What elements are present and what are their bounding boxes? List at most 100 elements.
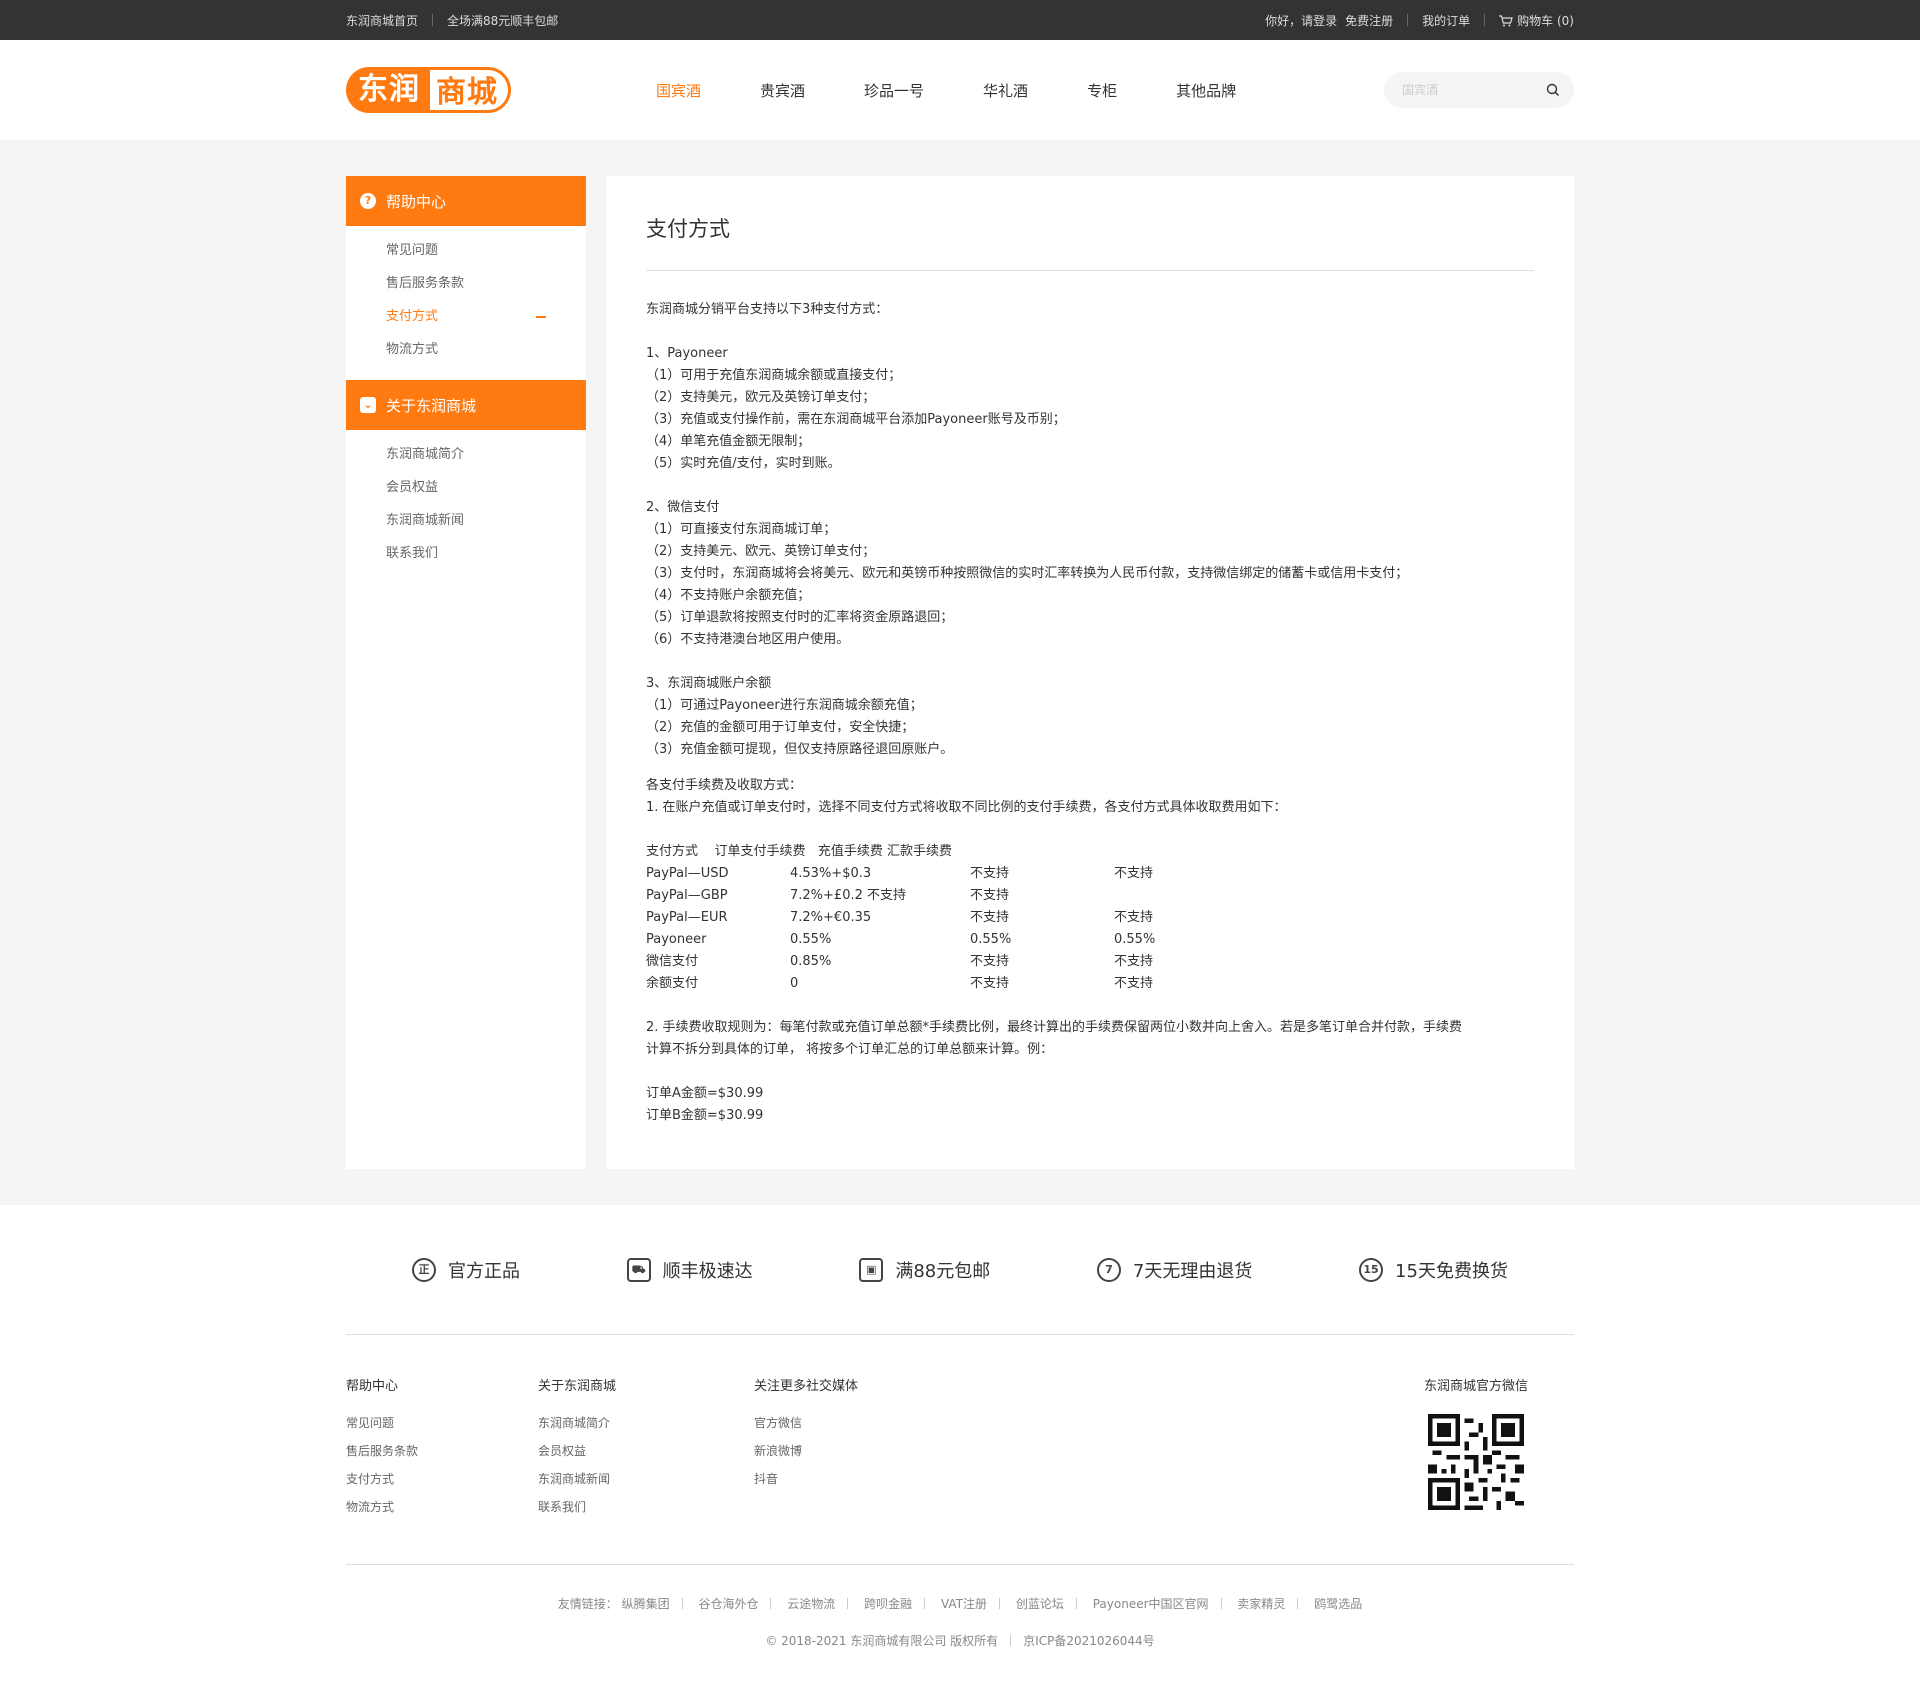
logo-mark: 东润 — [346, 67, 430, 113]
shipping-notice: 全场满88元顺丰包邮 — [447, 13, 559, 28]
feature-7day-return: 7 7天无理由退货 — [1096, 1257, 1253, 1283]
nav-item-guobinjiu[interactable]: 国宾酒 — [656, 80, 701, 101]
text-line: 2. 手续费收取规则为：每笔付款或充值订单总额*手续费比例，最终计算出的手续费保… — [646, 1020, 1463, 1035]
footer-link-weibo[interactable]: 新浪微博 — [754, 1442, 858, 1470]
table-row: 余额支付 0 不支持 不支持 — [646, 973, 1155, 995]
table-cell: 不支持 — [1114, 866, 1154, 881]
register-link[interactable]: 免费注册 — [1345, 12, 1393, 29]
sidebar-item-intro[interactable]: 东润商城简介 — [346, 438, 586, 471]
fee-title: 各支付手续费及收取方式： — [646, 778, 803, 793]
footer-link-news[interactable]: 东润商城新闻 — [538, 1470, 616, 1498]
text-line: （3）支付时，东润商城将会将美元、欧元和英镑币种按照微信的实时汇率转换为人民币付… — [646, 566, 1409, 581]
footer-col-social: 关注更多社交媒体 官方微信 新浪微博 抖音 — [754, 1375, 858, 1498]
nav-item-zhuangui[interactable]: 专柜 — [1087, 80, 1117, 101]
section-title: 3、东润商城账户余额 — [646, 676, 772, 691]
text-line: （4）单笔充值金额无限制； — [646, 434, 811, 449]
footer-col-about: 关于东润商城 东润商城简介 会员权益 东润商城新闻 联系我们 — [538, 1375, 616, 1526]
footer-col-title: 关于东润商城 — [538, 1379, 617, 1394]
feature-15day-exchange: 15 15天免费换货 — [1359, 1257, 1508, 1283]
feature-label: 7天无理由退货 — [1132, 1260, 1253, 1282]
friend-link[interactable]: 鸥鹭选品 — [1314, 1597, 1362, 1611]
table-cell: 0.55% — [1114, 932, 1156, 947]
nav-item-guibinjiu[interactable]: 贵宾酒 — [760, 80, 805, 101]
text-line: 订单B金额=$30.99 — [646, 1108, 764, 1123]
sidebar-help-header[interactable]: ? 帮助中心 — [346, 176, 586, 226]
nav-item-zhenpin[interactable]: 珍品一号 — [864, 80, 924, 101]
collapse-icon — [536, 316, 546, 318]
home-link[interactable]: 东润商城首页 — [346, 12, 418, 29]
section-title: 2、微信支付 — [646, 500, 720, 515]
sidebar: ? 帮助中心 常见问题 售后服务条款 支付方式 物流方式 ⌄ 关于东润商城 东润… — [346, 176, 586, 1169]
table-cell: 4.53%+$0.3 — [790, 866, 872, 881]
login-link[interactable]: 你好，请登录 — [1265, 12, 1337, 29]
footer-link-faq[interactable]: 常见问题 — [346, 1414, 418, 1442]
table-row: Payoneer 0.55% 0.55% 0.55% — [646, 929, 1155, 951]
sidebar-item-after-sales[interactable]: 售后服务条款 — [346, 267, 586, 300]
section-title: 1、Payoneer — [646, 346, 728, 361]
copyright-text: © 2018-2021 东润商城有限公司 版权所有 — [765, 1634, 999, 1648]
footer-link-payment[interactable]: 支付方式 — [346, 1470, 418, 1498]
table-cell: 不支持 — [970, 910, 1010, 925]
sidebar-help-title: 帮助中心 — [386, 192, 447, 211]
search-box — [1384, 72, 1574, 108]
search-icon[interactable] — [1546, 83, 1560, 97]
friend-link[interactable]: 云途物流 — [787, 1597, 835, 1611]
sidebar-item-member[interactable]: 会员权益 — [346, 471, 586, 504]
nav-item-other-brands[interactable]: 其他品牌 — [1176, 80, 1236, 101]
sidebar-item-faq[interactable]: 常见问题 — [346, 234, 586, 267]
friend-link[interactable]: 谷仓海外仓 — [698, 1597, 758, 1611]
footer-link-member[interactable]: 会员权益 — [538, 1442, 616, 1470]
footer-link-logistics[interactable]: 物流方式 — [346, 1498, 418, 1526]
features-bar: 正官方正品 ⛟ 顺丰极速达 ▣ 满88元包邮 7 7天无理由退货 15 15天免费换货 — [0, 1205, 1920, 1335]
sidebar-about-list: 东润商城简介 会员权益 东润商城新闻 联系我们 — [346, 430, 586, 584]
friend-link[interactable]: 卖家精灵 — [1237, 1597, 1285, 1611]
footer-col-help: 帮助中心 常见问题 售后服务条款 支付方式 物流方式 — [346, 1375, 418, 1526]
footer-link-wechat[interactable]: 官方微信 — [754, 1414, 858, 1442]
sidebar-about-header[interactable]: ⌄ 关于东润商城 — [346, 380, 586, 430]
table-cell: 不支持 — [970, 866, 1010, 881]
footer-link-intro[interactable]: 东润商城简介 — [538, 1414, 616, 1442]
table-cell: 不支持 — [970, 976, 1010, 991]
table-cell: 不支持 — [1114, 954, 1154, 969]
friend-link[interactable]: 纵腾集团 — [622, 1597, 670, 1611]
qr-title: 东润商城官方微信 — [1423, 1379, 1528, 1394]
friend-link[interactable]: VAT注册 — [941, 1597, 987, 1611]
footer-link-after-sales[interactable]: 售后服务条款 — [346, 1442, 418, 1470]
friend-link[interactable]: Payoneer中国区官网 — [1093, 1597, 1209, 1611]
fifteen-day-icon: 15 — [1359, 1257, 1384, 1282]
sidebar-item-label: 支付方式 — [386, 309, 439, 324]
table-cell: 不支持 — [970, 954, 1010, 969]
table-cell: PayPal—EUR — [646, 910, 728, 925]
my-orders-link[interactable]: 我的订单 — [1422, 12, 1470, 29]
sidebar-item-logistics[interactable]: 物流方式 — [346, 333, 586, 366]
text-line: （3）充值或支付操作前，需在东润商城平台添加Payoneer账号及币别； — [646, 412, 1066, 427]
sidebar-item-news[interactable]: 东润商城新闻 — [346, 504, 586, 537]
footer-link-douyin[interactable]: 抖音 — [754, 1470, 858, 1498]
table-cell: 7.2%+€0.35 — [790, 910, 872, 925]
friend-link[interactable]: 跨呗金融 — [864, 1597, 912, 1611]
footer-link-contact[interactable]: 联系我们 — [538, 1498, 616, 1526]
divider — [432, 14, 434, 26]
logo[interactable]: 东润 商城 — [346, 65, 646, 115]
text-line: （5）订单退款将按照支付时的汇率将资金原路退回； — [646, 610, 954, 625]
header: 东润 商城 国宾酒 贵宾酒 珍品一号 华礼酒 专柜 其他品牌 — [0, 40, 1920, 140]
qr-code-icon — [1427, 1414, 1524, 1510]
cart-link[interactable]: 购物车 (0) — [1499, 12, 1574, 29]
sidebar-item-contact[interactable]: 联系我们 — [346, 537, 586, 570]
divider — [1484, 14, 1486, 26]
friend-link[interactable]: 创蓝论坛 — [1016, 1597, 1064, 1611]
table-cell: Payoneer — [646, 932, 707, 947]
table-cell: 0.55% — [970, 932, 1012, 947]
text-line: （6）不支持港澳台地区用户使用。 — [646, 632, 850, 647]
table-cell: 0.85% — [790, 954, 832, 969]
nav-item-hualijiu[interactable]: 华礼酒 — [983, 80, 1028, 101]
genuine-icon: 正 — [412, 1257, 436, 1282]
feature-fast-delivery: ⛟ 顺丰极速达 — [626, 1257, 753, 1283]
search-input[interactable] — [1402, 83, 1546, 97]
table-cell: 不支持 — [1114, 910, 1154, 925]
package-icon: ▣ — [859, 1257, 884, 1282]
page-title: 支付方式 — [646, 217, 730, 241]
divider — [646, 270, 1534, 271]
main-nav: 国宾酒 贵宾酒 珍品一号 华礼酒 专柜 其他品牌 — [656, 80, 1295, 101]
sidebar-item-payment[interactable]: 支付方式 — [346, 300, 586, 333]
